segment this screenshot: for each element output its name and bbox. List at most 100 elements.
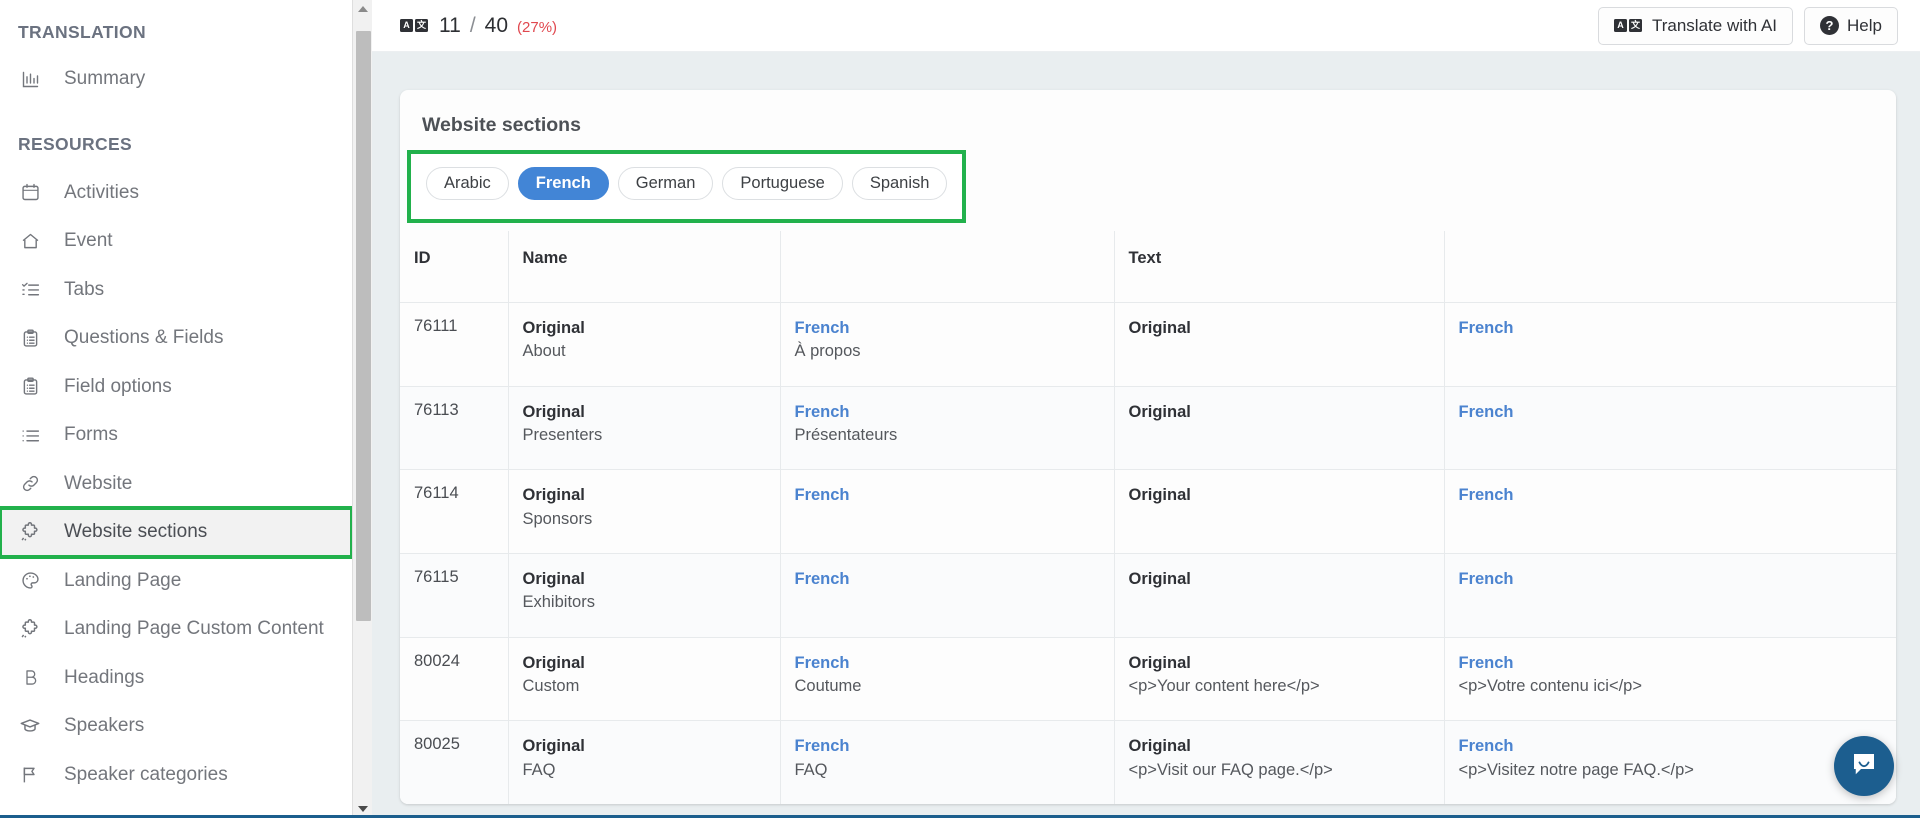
cell-label[interactable]: French bbox=[1459, 568, 1883, 590]
language-tab-portuguese[interactable]: Portuguese bbox=[722, 167, 843, 200]
cell-value: <p>Your content here</p> bbox=[1128, 677, 1320, 696]
cell-label: Original bbox=[522, 486, 585, 505]
sidebar-item-tabs[interactable]: Tabs bbox=[0, 266, 352, 315]
puzzle-icon bbox=[18, 617, 42, 641]
sidebar-item-speakers[interactable]: Speakers bbox=[0, 702, 352, 751]
column-header-text-translation bbox=[1444, 231, 1896, 303]
intercom-launcher-button[interactable] bbox=[1834, 736, 1894, 796]
sidebar-item-activities[interactable]: Activities bbox=[0, 169, 352, 218]
home-icon bbox=[18, 229, 42, 253]
scrollbar-thumb[interactable] bbox=[356, 31, 371, 621]
cell-label[interactable]: French bbox=[1459, 652, 1883, 674]
sidebar-item-questions-fields[interactable]: Questions & Fields bbox=[0, 314, 352, 363]
cell-label[interactable]: French bbox=[795, 568, 1100, 590]
cell-id: 80025 bbox=[400, 720, 509, 805]
sidebar-item-label: Questions & Fields bbox=[64, 327, 224, 349]
table-row: 80024 Original Custom French Coutume Ori… bbox=[400, 637, 1896, 722]
cell-label[interactable]: French bbox=[795, 317, 1100, 339]
sidebar: TRANSLATION Summary RESOURCES Activities… bbox=[0, 0, 352, 818]
help-button[interactable]: ? Help bbox=[1804, 6, 1898, 45]
calendar-icon bbox=[18, 181, 42, 205]
language-tabs: Arabic French German Portuguese Spanish bbox=[426, 167, 948, 200]
cell-value: Sponsors bbox=[522, 509, 593, 528]
cell-label: Original bbox=[522, 570, 585, 589]
cell-value: Présentateurs bbox=[794, 425, 898, 444]
palette-icon bbox=[18, 569, 42, 593]
language-tab-arabic[interactable]: Arabic bbox=[426, 167, 509, 200]
puzzle-icon bbox=[18, 520, 42, 544]
sidebar-section-title-resources: RESOURCES bbox=[18, 133, 133, 154]
translate-with-ai-button[interactable]: A 文 Translate with AI bbox=[1597, 6, 1794, 45]
cell-text-original: Original <p>Visit our FAQ page.</p> bbox=[1114, 720, 1445, 805]
list-icon bbox=[18, 423, 42, 447]
translate-icon-letter-a: A bbox=[400, 19, 413, 32]
sidebar-item-event[interactable]: Event bbox=[0, 217, 352, 266]
sidebar-item-speaker-categories[interactable]: Speaker categories bbox=[0, 751, 352, 800]
cell-id: 76114 bbox=[400, 469, 509, 555]
cell-text-original: Original bbox=[1114, 386, 1445, 471]
cell-label[interactable]: French bbox=[795, 735, 1100, 757]
cell-value: Presenters bbox=[522, 425, 603, 444]
table-row: 76115 Original Exhibitors French Origina… bbox=[400, 553, 1896, 638]
sidebar-inner: TRANSLATION Summary RESOURCES Activities… bbox=[0, 0, 352, 799]
cell-text-original: Original bbox=[1114, 302, 1445, 387]
sidebar-scrollbar[interactable] bbox=[352, 0, 372, 818]
top-bar: A 文 11 / 40 (27%) A 文 Translate with AI … bbox=[352, 0, 1920, 52]
scrollbar-up-arrow[interactable] bbox=[353, 0, 373, 18]
cell-label: Original bbox=[1128, 486, 1191, 505]
cell-text-translation: French bbox=[1444, 386, 1896, 471]
sidebar-item-label: Website sections bbox=[64, 521, 208, 543]
sidebar-item-website[interactable]: Website bbox=[0, 460, 352, 509]
sidebar-item-label: Forms bbox=[64, 424, 118, 446]
cell-value: <p>Votre contenu ici</p> bbox=[1458, 677, 1642, 696]
cell-label[interactable]: French bbox=[1459, 401, 1883, 423]
cell-label[interactable]: French bbox=[1459, 735, 1883, 757]
language-tab-french[interactable]: French bbox=[517, 167, 609, 200]
sidebar-item-headings[interactable]: Headings bbox=[0, 654, 352, 703]
translate-icon: A 文 bbox=[1613, 19, 1642, 32]
cell-label[interactable]: French bbox=[795, 652, 1100, 674]
cell-text-original: Original <p>Your content here</p> bbox=[1114, 637, 1445, 722]
cell-label: Original bbox=[1128, 653, 1191, 672]
cell-name-translation: French Présentateurs bbox=[780, 386, 1115, 471]
cell-id: 80024 bbox=[400, 637, 509, 722]
progress-total: 40 bbox=[484, 13, 509, 37]
table-head: ID Name Text bbox=[400, 231, 1896, 303]
cell-label: Original bbox=[522, 737, 585, 756]
cell-value: Exhibitors bbox=[522, 593, 595, 612]
cell-value: <p>Visit our FAQ page.</p> bbox=[1128, 760, 1333, 779]
sidebar-item-summary[interactable]: Summary bbox=[0, 55, 352, 104]
cell-name-translation: French bbox=[780, 469, 1115, 555]
cell-name-translation: French À propos bbox=[780, 302, 1115, 387]
flag-icon bbox=[18, 763, 42, 787]
cell-text-translation: French <p>Visitez notre page FAQ.</p> bbox=[1444, 720, 1896, 805]
clipboard-list-icon bbox=[18, 326, 42, 350]
cell-text-original: Original bbox=[1114, 469, 1445, 555]
column-header-text: Text bbox=[1114, 231, 1445, 303]
cell-label[interactable]: French bbox=[795, 401, 1100, 423]
table-row: 76113 Original Presenters French Présent… bbox=[400, 386, 1896, 471]
translate-icon-letter-cjk: 文 bbox=[1628, 19, 1642, 32]
cell-label[interactable]: French bbox=[1459, 317, 1883, 339]
link-icon bbox=[18, 472, 42, 496]
sidebar-item-forms[interactable]: Forms bbox=[0, 411, 352, 460]
sidebar-item-field-options[interactable]: Field options bbox=[0, 363, 352, 412]
sidebar-item-website-sections[interactable]: Website sections bbox=[0, 506, 352, 559]
cell-label[interactable]: French bbox=[795, 484, 1100, 506]
cell-name-original: Original Custom bbox=[508, 637, 781, 722]
sidebar-item-label: Landing Page Custom Content bbox=[64, 618, 324, 640]
translate-icon-letter-cjk: 文 bbox=[415, 19, 428, 32]
translate-icon-letter-a: A bbox=[1613, 19, 1627, 32]
sidebar-item-label: Summary bbox=[64, 68, 146, 90]
cell-id: 76113 bbox=[400, 386, 509, 471]
page-title: Website sections bbox=[422, 114, 581, 136]
language-tabs-highlight-box: Arabic French German Portuguese Spanish bbox=[407, 150, 967, 223]
sidebar-item-landing-page-custom-content[interactable]: Landing Page Custom Content bbox=[0, 605, 352, 654]
sidebar-group-resources: Activities Event Tabs Questions & Fields… bbox=[0, 169, 352, 800]
language-tab-spanish[interactable]: Spanish bbox=[851, 167, 948, 200]
progress-separator: / bbox=[469, 13, 476, 37]
sidebar-item-landing-page[interactable]: Landing Page bbox=[0, 557, 352, 606]
cell-label: Original bbox=[522, 319, 585, 337]
cell-label[interactable]: French bbox=[1459, 484, 1883, 506]
language-tab-german[interactable]: German bbox=[617, 167, 714, 200]
